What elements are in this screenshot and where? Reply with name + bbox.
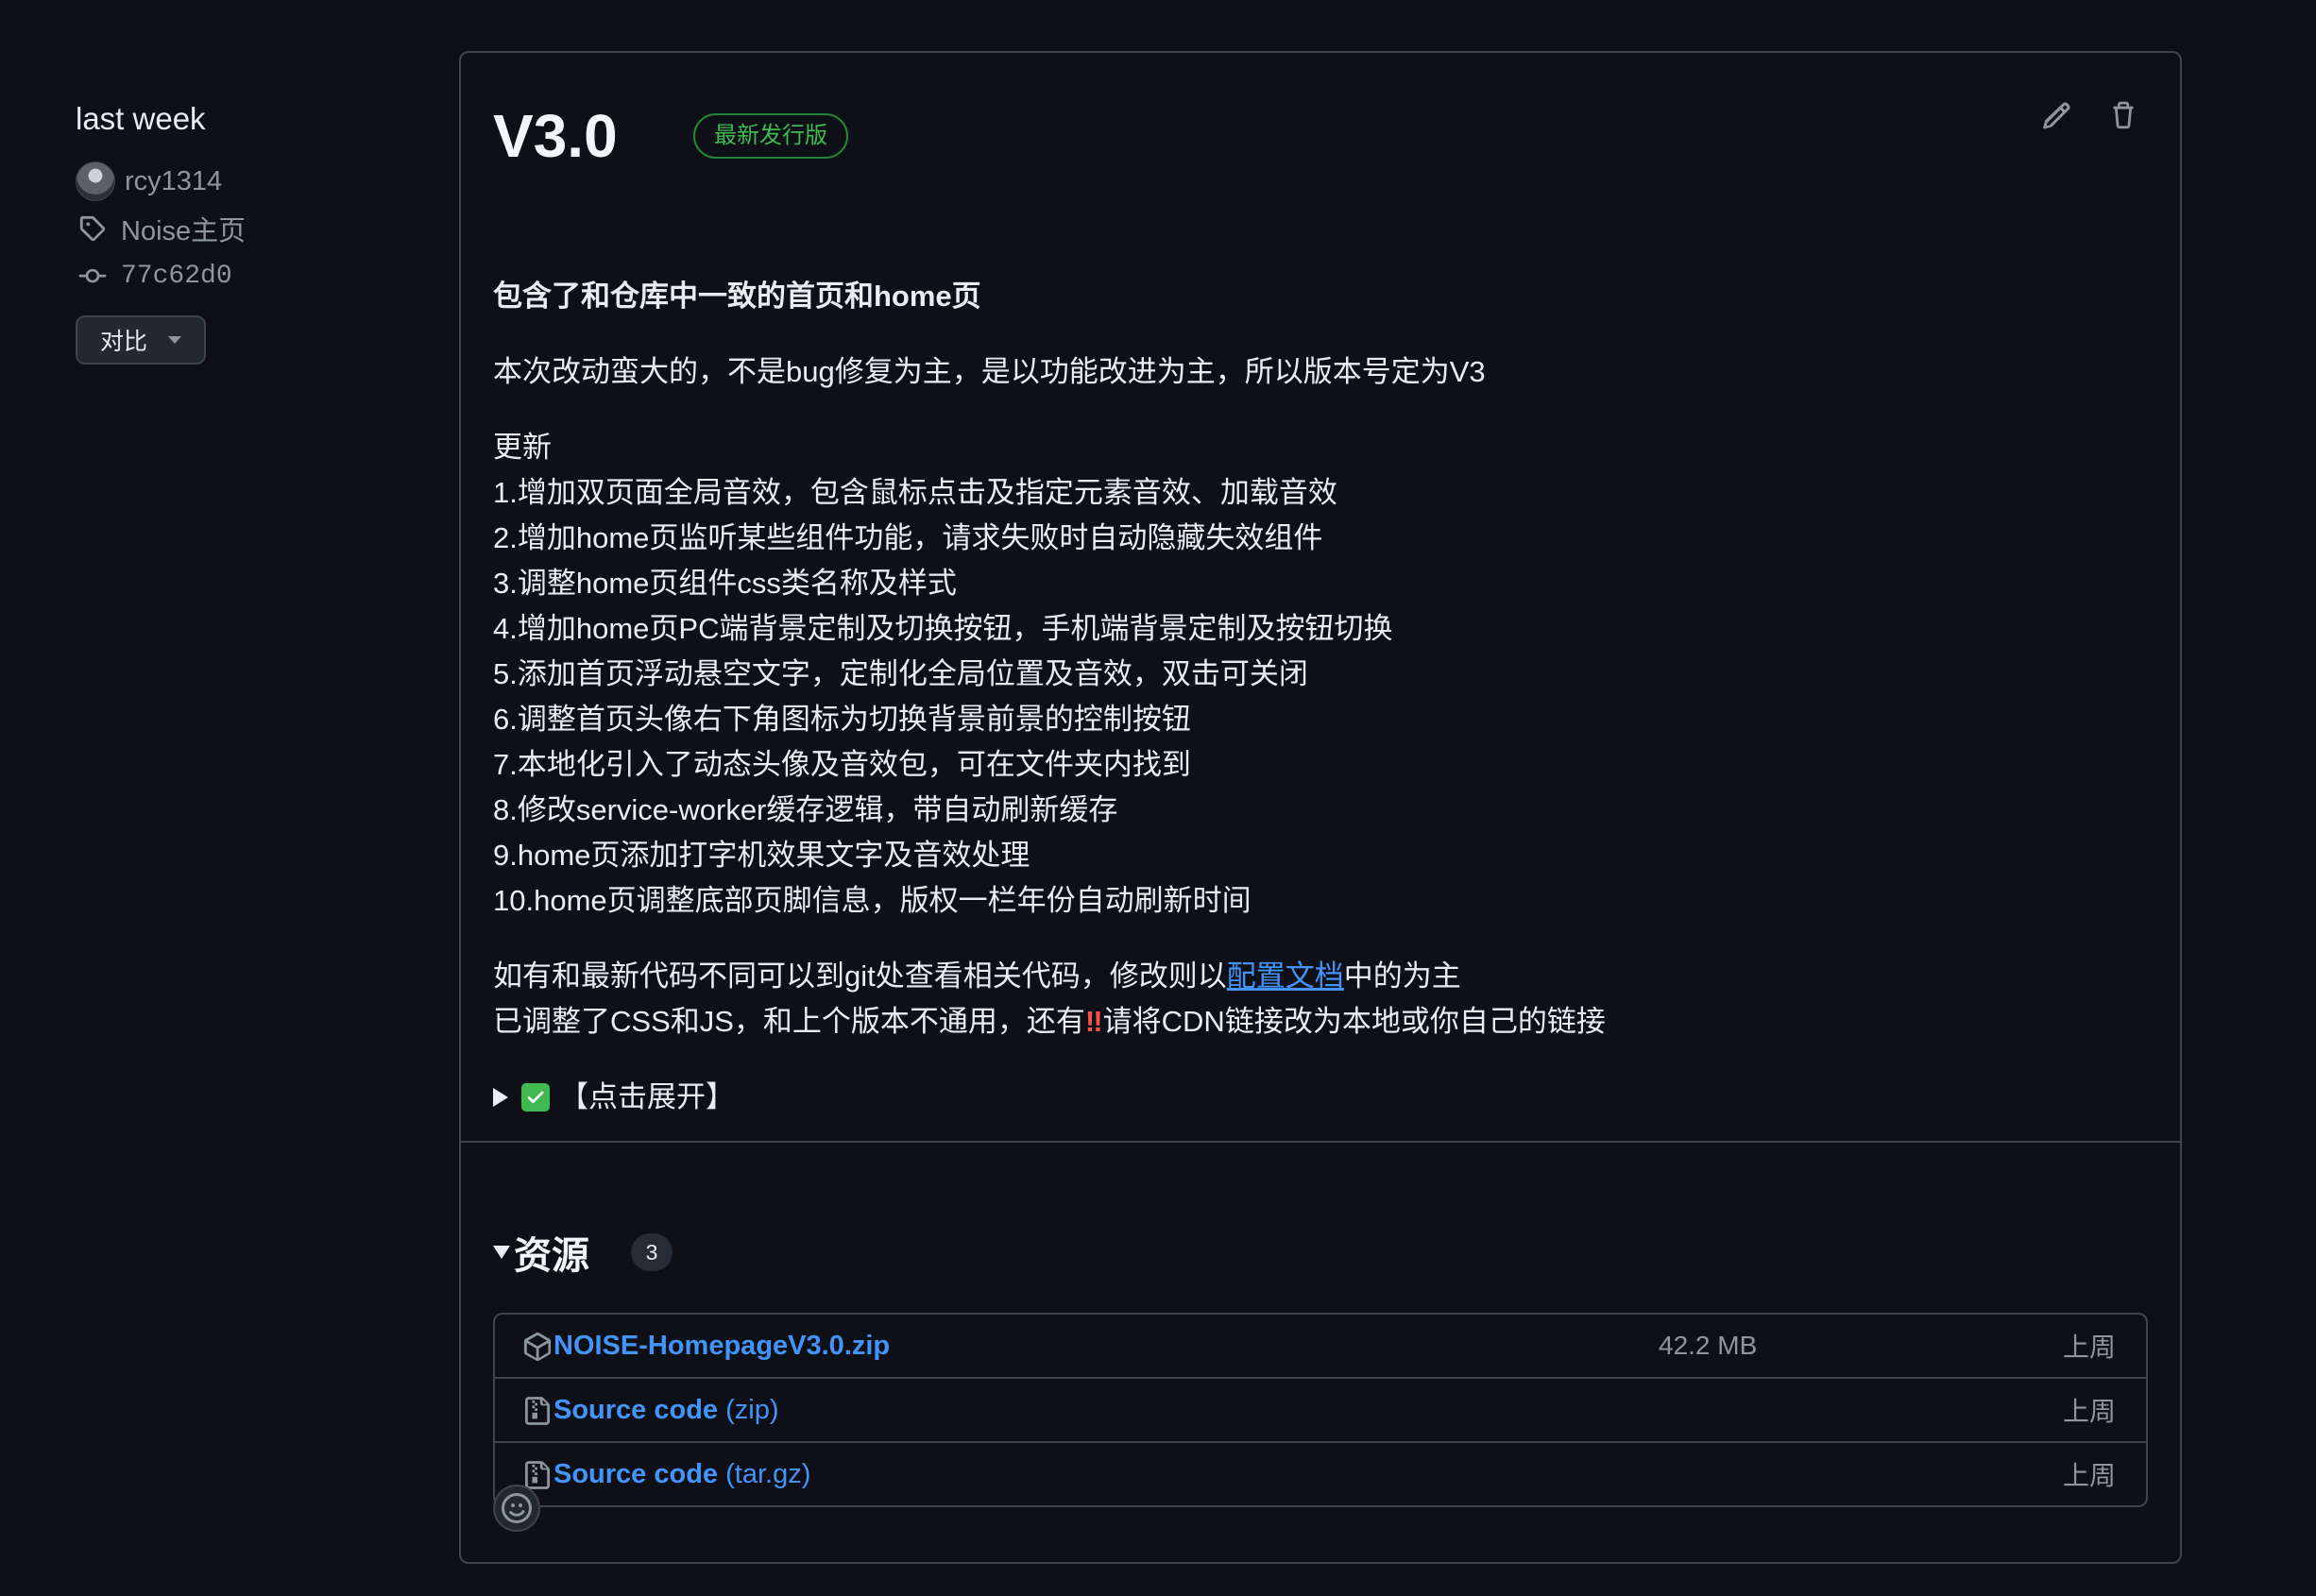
release-title[interactable]: V3.0 [493,98,618,174]
list-item: 1.增加双页面全局音效，包含鼠标点击及指定元素音效、加载音效 [493,476,1337,509]
notes-heading: 包含了和仓库中一致的首页和home页 [493,280,981,313]
triangle-down-icon [493,1246,510,1259]
release-notes: 包含了和仓库中一致的首页和home页 本次改动蛮大的，不是bug修复为主，是以功… [493,274,2148,1120]
asset-row[interactable]: Source code (tar.gz) 上周 [495,1441,2146,1505]
chevron-down-icon [168,336,181,344]
author-row[interactable]: rcy1314 [76,161,416,202]
asset-filename[interactable]: Source code [553,1459,718,1489]
notes-intro: 本次改动蛮大的，不是bug修复为主，是以功能改进为主，所以版本号定为V3 [493,355,1486,388]
edit-button[interactable] [2040,96,2074,134]
asset-size: 42.2 MB [1659,1331,1758,1360]
note-text: 中的为主 [1343,959,1461,993]
release-body: V3.0 最新发行版 包含了和仓库中一致的首页和home页 本次改动蛮大的，不是… [493,53,2148,1141]
list-item: 9.home页添加打字机效果文字及音效处理 [493,839,1030,872]
file-zip-icon [523,1396,552,1426]
list-item: 2.增加home页监听某些组件功能，请求失败时自动隐藏失效组件 [493,521,1323,554]
list-item: 6.调整首页头像右下角图标为切换背景前景的控制按钮 [493,703,1191,736]
commit-row[interactable]: 77c62d0 [76,255,416,297]
compare-button[interactable]: 对比 [76,315,206,365]
update-label: 更新 [493,431,552,464]
smiley-icon [502,1493,532,1523]
details-label: 【点击展开】 [559,1080,735,1113]
author-name[interactable]: rcy1314 [125,166,222,197]
triangle-right-icon [493,1088,508,1107]
asset-format[interactable]: (tar.gz) [718,1459,810,1489]
asset-row[interactable]: NOISE-HomepageV3.0.zip 42.2 MB 上周 [495,1315,2146,1377]
tag-icon [76,212,110,246]
update-list: 更新 1.增加双页面全局音效，包含鼠标点击及指定元素音效、加载音效 2.增加ho… [493,425,2148,924]
commit-icon [76,259,110,293]
release-page: last week rcy1314 Noise主页 77c62d0 对比 V3.… [0,0,2316,1596]
asset-row[interactable]: Source code (zip) 上周 [495,1377,2146,1441]
assets-title: 资源 [514,1235,589,1277]
assets-toggle[interactable]: 资源 3 [493,1224,2148,1281]
check-mark-icon [521,1083,550,1112]
release-meta: last week rcy1314 Noise主页 77c62d0 对比 [76,98,416,365]
assets-count: 3 [631,1233,673,1271]
avatar[interactable] [76,161,115,201]
asset-name[interactable]: NOISE-HomepageV3.0.zip [553,1331,890,1362]
asset-filename[interactable]: Source code [553,1395,718,1425]
trash-icon [2113,101,2134,129]
list-item: 7.本地化引入了动态头像及音效包，可在文件夹内找到 [493,748,1191,781]
asset-name[interactable]: Source code (tar.gz) [553,1459,810,1490]
details-toggle[interactable]: 【点击展开】 [493,1075,2148,1120]
asset-format[interactable]: (zip) [718,1395,778,1425]
config-doc-link[interactable]: 配置文档 [1227,959,1344,993]
tag-name[interactable]: Noise主页 [121,209,246,248]
asset-filename[interactable]: NOISE-HomepageV3.0.zip [553,1331,890,1361]
pencil-icon [2043,102,2070,129]
asset-date: 上周 [2062,1397,2116,1426]
list-item: 8.修改service-worker缓存逻辑，带自动刷新缓存 [493,793,1118,826]
compare-label: 对比 [99,329,147,355]
list-item: 3.调整home页组件css类名称及样式 [493,567,957,600]
file-zip-icon [523,1460,552,1490]
note-line-1: 如有和最新代码不同可以到git处查看相关代码，修改则以配置文档中的为主 [493,954,2148,999]
tag-row[interactable]: Noise主页 [76,208,416,249]
list-item: 4.增加home页PC端背景定制及切换按钮，手机端背景定制及按钮切换 [493,612,1393,645]
asset-list: NOISE-HomepageV3.0.zip 42.2 MB 上周 Source… [493,1313,2148,1507]
note-line-2: 已调整了CSS和JS，和上个版本不通用，还有‼请将CDN链接改为本地或你自己的链… [493,999,2148,1044]
delete-button[interactable] [2106,96,2140,134]
commit-hash[interactable]: 77c62d0 [121,262,232,291]
add-reaction-button[interactable] [493,1485,540,1532]
release-actions [2040,96,2140,134]
note-text: 如有和最新代码不同可以到git处查看相关代码，修改则以 [493,959,1227,993]
asset-date: 上周 [2062,1461,2116,1490]
divider [461,1141,2180,1143]
asset-date: 上周 [2062,1333,2116,1362]
package-icon [523,1332,552,1362]
release-date: last week [76,101,206,136]
list-item: 5.添加首页浮动悬空文字，定制化全局位置及音效，双击可关闭 [493,657,1308,690]
assets-section: 资源 3 NOISE-HomepageV3.0.zip 42.2 MB 上周 S [493,1224,2148,1507]
notes-footer: 如有和最新代码不同可以到git处查看相关代码，修改则以配置文档中的为主 已调整了… [493,954,2148,1044]
note-text: 已调整了CSS和JS，和上个版本不通用，还有 [493,1005,1085,1038]
note-text: 请将CDN链接改为本地或你自己的链接 [1102,1005,1606,1038]
asset-name[interactable]: Source code (zip) [553,1395,779,1426]
release-card: V3.0 最新发行版 包含了和仓库中一致的首页和home页 本次改动蛮大的，不是… [459,51,2182,1564]
latest-release-badge: 最新发行版 [693,113,848,159]
double-exclamation-icon: ‼ [1084,1005,1103,1038]
list-item: 10.home页调整底部页脚信息，版权一栏年份自动刷新时间 [493,884,1252,917]
